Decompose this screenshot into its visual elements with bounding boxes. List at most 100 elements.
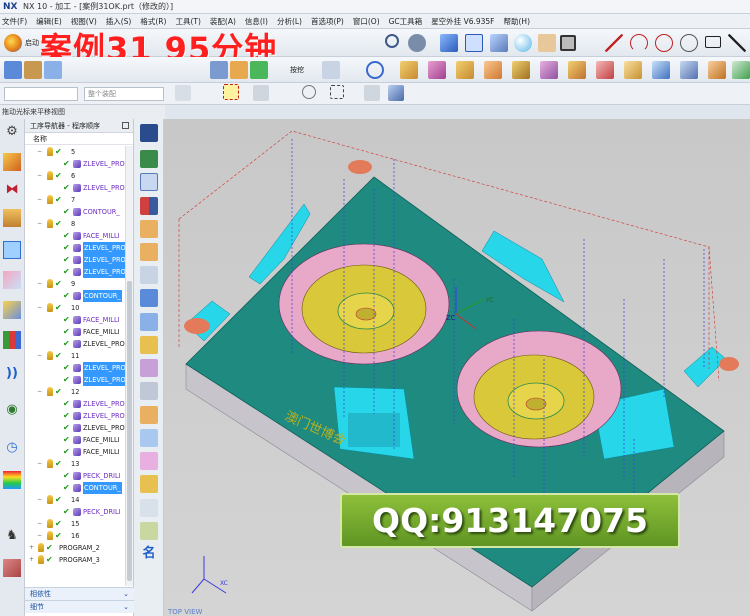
clock-icon[interactable]: [366, 61, 384, 79]
collapse-icon[interactable]: −: [37, 218, 42, 230]
start-label[interactable]: 启动: [25, 38, 39, 48]
feature-cylinder-icon[interactable]: [428, 61, 446, 79]
tree-group-row[interactable]: − ✔ 14: [25, 494, 125, 506]
assembly-filter-select[interactable]: 整个装配: [84, 87, 164, 101]
edit-object-icon[interactable]: [140, 452, 158, 470]
generate-icon[interactable]: [140, 289, 158, 307]
paste-icon[interactable]: [140, 522, 158, 540]
feature-blend-icon[interactable]: [484, 61, 502, 79]
part-navigator-icon[interactable]: [3, 209, 21, 227]
tree-operation-row[interactable]: ✔ ZLEVEL_PRO: [25, 410, 125, 422]
tree-operation-row[interactable]: ✔ ZLEVEL_PRO: [25, 158, 125, 170]
menu-analysis[interactable]: 分析(L): [277, 16, 302, 27]
assign-tool-icon[interactable]: [140, 220, 158, 238]
create-tool-icon[interactable]: [24, 61, 42, 79]
system-materials-icon[interactable]: [3, 559, 21, 577]
expand-icon[interactable]: +: [29, 554, 34, 566]
feature-shell-icon[interactable]: [540, 61, 558, 79]
fillet-icon[interactable]: [728, 34, 746, 52]
method-view-icon[interactable]: [140, 173, 158, 191]
background-icon[interactable]: [560, 35, 576, 51]
tree-group-row[interactable]: − ✔ 16: [25, 530, 125, 542]
history-icon[interactable]: ◷: [3, 439, 21, 457]
collapse-icon[interactable]: −: [37, 302, 42, 314]
arc-icon[interactable]: [630, 34, 648, 52]
wireframe-view-icon[interactable]: [465, 34, 483, 52]
scrollbar-thumb[interactable]: [127, 281, 132, 581]
web-browser-icon[interactable]: ◉: [3, 401, 21, 419]
gear-icon[interactable]: ⚙: [3, 123, 21, 141]
feature-more-icon[interactable]: [732, 61, 750, 79]
feature-trim-icon[interactable]: [680, 61, 698, 79]
cube-view-icon[interactable]: [388, 85, 404, 101]
tree-operation-row[interactable]: ✔ CONTOUR_: [25, 482, 125, 494]
feature-chamfer-icon[interactable]: [512, 61, 530, 79]
select-intent-icon[interactable]: [175, 85, 191, 101]
snap-box-icon[interactable]: [330, 85, 344, 99]
operation-navigator-icon[interactable]: [3, 241, 21, 259]
line-icon[interactable]: [605, 34, 623, 52]
tree-group-row[interactable]: − ✔ 12: [25, 386, 125, 398]
verify-path-icon[interactable]: [250, 61, 268, 79]
tree-operation-row[interactable]: ✔ CONTOUR_: [25, 290, 125, 302]
tree-operation-row[interactable]: ✔ PECK_DRILI: [25, 470, 125, 482]
tree-operation-row[interactable]: ✔ FACE_MILLI: [25, 230, 125, 242]
menu-file[interactable]: 文件(F): [2, 16, 27, 27]
tree-group-row[interactable]: − ✔ 7: [25, 194, 125, 206]
edit-section-icon[interactable]: [538, 34, 556, 52]
tree-operation-row[interactable]: ✔ FACE_MILLI: [25, 434, 125, 446]
postprocess-icon[interactable]: [140, 406, 158, 424]
tree-group-row[interactable]: − ✔ 10: [25, 302, 125, 314]
shaded-view-icon[interactable]: [440, 34, 458, 52]
tree-operation-row[interactable]: ✔ ZLEVEL_PRO: [25, 398, 125, 410]
list-path-icon[interactable]: [140, 359, 158, 377]
verify-icon[interactable]: [140, 336, 158, 354]
tree-operation-row[interactable]: ✔ ZLEVEL_PRO: [25, 266, 125, 278]
column-header-name[interactable]: 名称: [25, 133, 133, 145]
list-icon[interactable]: [322, 61, 340, 79]
feedrate-icon[interactable]: [140, 266, 158, 284]
assembly-navigator-icon[interactable]: [3, 153, 21, 171]
sphere-icon[interactable]: [514, 34, 532, 52]
menu-window[interactable]: 窗口(O): [353, 16, 380, 27]
maximize-icon[interactable]: [122, 122, 129, 129]
cut-icon[interactable]: [140, 475, 158, 493]
gouge-check-icon[interactable]: [140, 382, 158, 400]
feature-hole-icon[interactable]: [568, 61, 586, 79]
tree-program-row[interactable]: + ✔ PROGRAM_3: [25, 554, 125, 566]
tree-group-row[interactable]: − ✔ 9: [25, 278, 125, 290]
collapse-icon[interactable]: −: [37, 518, 42, 530]
feature-offset-icon[interactable]: [708, 61, 726, 79]
assign-method-icon[interactable]: [140, 243, 158, 261]
snap-end-icon[interactable]: [253, 85, 269, 101]
snap-point-icon[interactable]: [223, 84, 239, 100]
tree-operation-row[interactable]: ✔ FACE_MILLI: [25, 314, 125, 326]
collapse-icon[interactable]: −: [37, 278, 42, 290]
tree-group-row[interactable]: − ✔ 15: [25, 518, 125, 530]
collapse-icon[interactable]: −: [37, 458, 42, 470]
collapse-icon[interactable]: −: [37, 530, 42, 542]
tree-group-row[interactable]: − ✔ 13: [25, 458, 125, 470]
tree-operation-row[interactable]: ✔ CONTOUR_: [25, 206, 125, 218]
machine-tool-icon[interactable]: [3, 271, 21, 289]
collapse-icon[interactable]: −: [37, 170, 42, 182]
replay-icon[interactable]: [140, 313, 158, 331]
reuse-library-icon[interactable]: [3, 301, 21, 319]
tree-operation-row[interactable]: ✔ ZLEVEL_PRO: [25, 338, 125, 350]
details-panel-toggle[interactable]: 细节 ⌄: [25, 600, 134, 613]
feature-pattern-icon[interactable]: [624, 61, 642, 79]
palette-icon[interactable]: [3, 471, 21, 489]
menu-help[interactable]: 帮助(H): [504, 16, 531, 27]
collapse-icon[interactable]: −: [37, 146, 42, 158]
tree-group-row[interactable]: − ✔ 5: [25, 146, 125, 158]
orient-view-icon[interactable]: [490, 34, 508, 52]
snap-mid-icon[interactable]: [302, 85, 316, 99]
collapse-icon[interactable]: −: [37, 350, 42, 362]
zoom-icon[interactable]: [385, 34, 399, 48]
tree-operation-row[interactable]: ✔ ZLEVEL_PRO: [25, 422, 125, 434]
point-icon[interactable]: [680, 34, 698, 52]
start-icon[interactable]: [4, 34, 22, 52]
collapse-icon[interactable]: −: [37, 386, 42, 398]
feature-extrude-icon[interactable]: [596, 61, 614, 79]
tree-operation-row[interactable]: ✔ ZLEVEL_PRO: [25, 182, 125, 194]
